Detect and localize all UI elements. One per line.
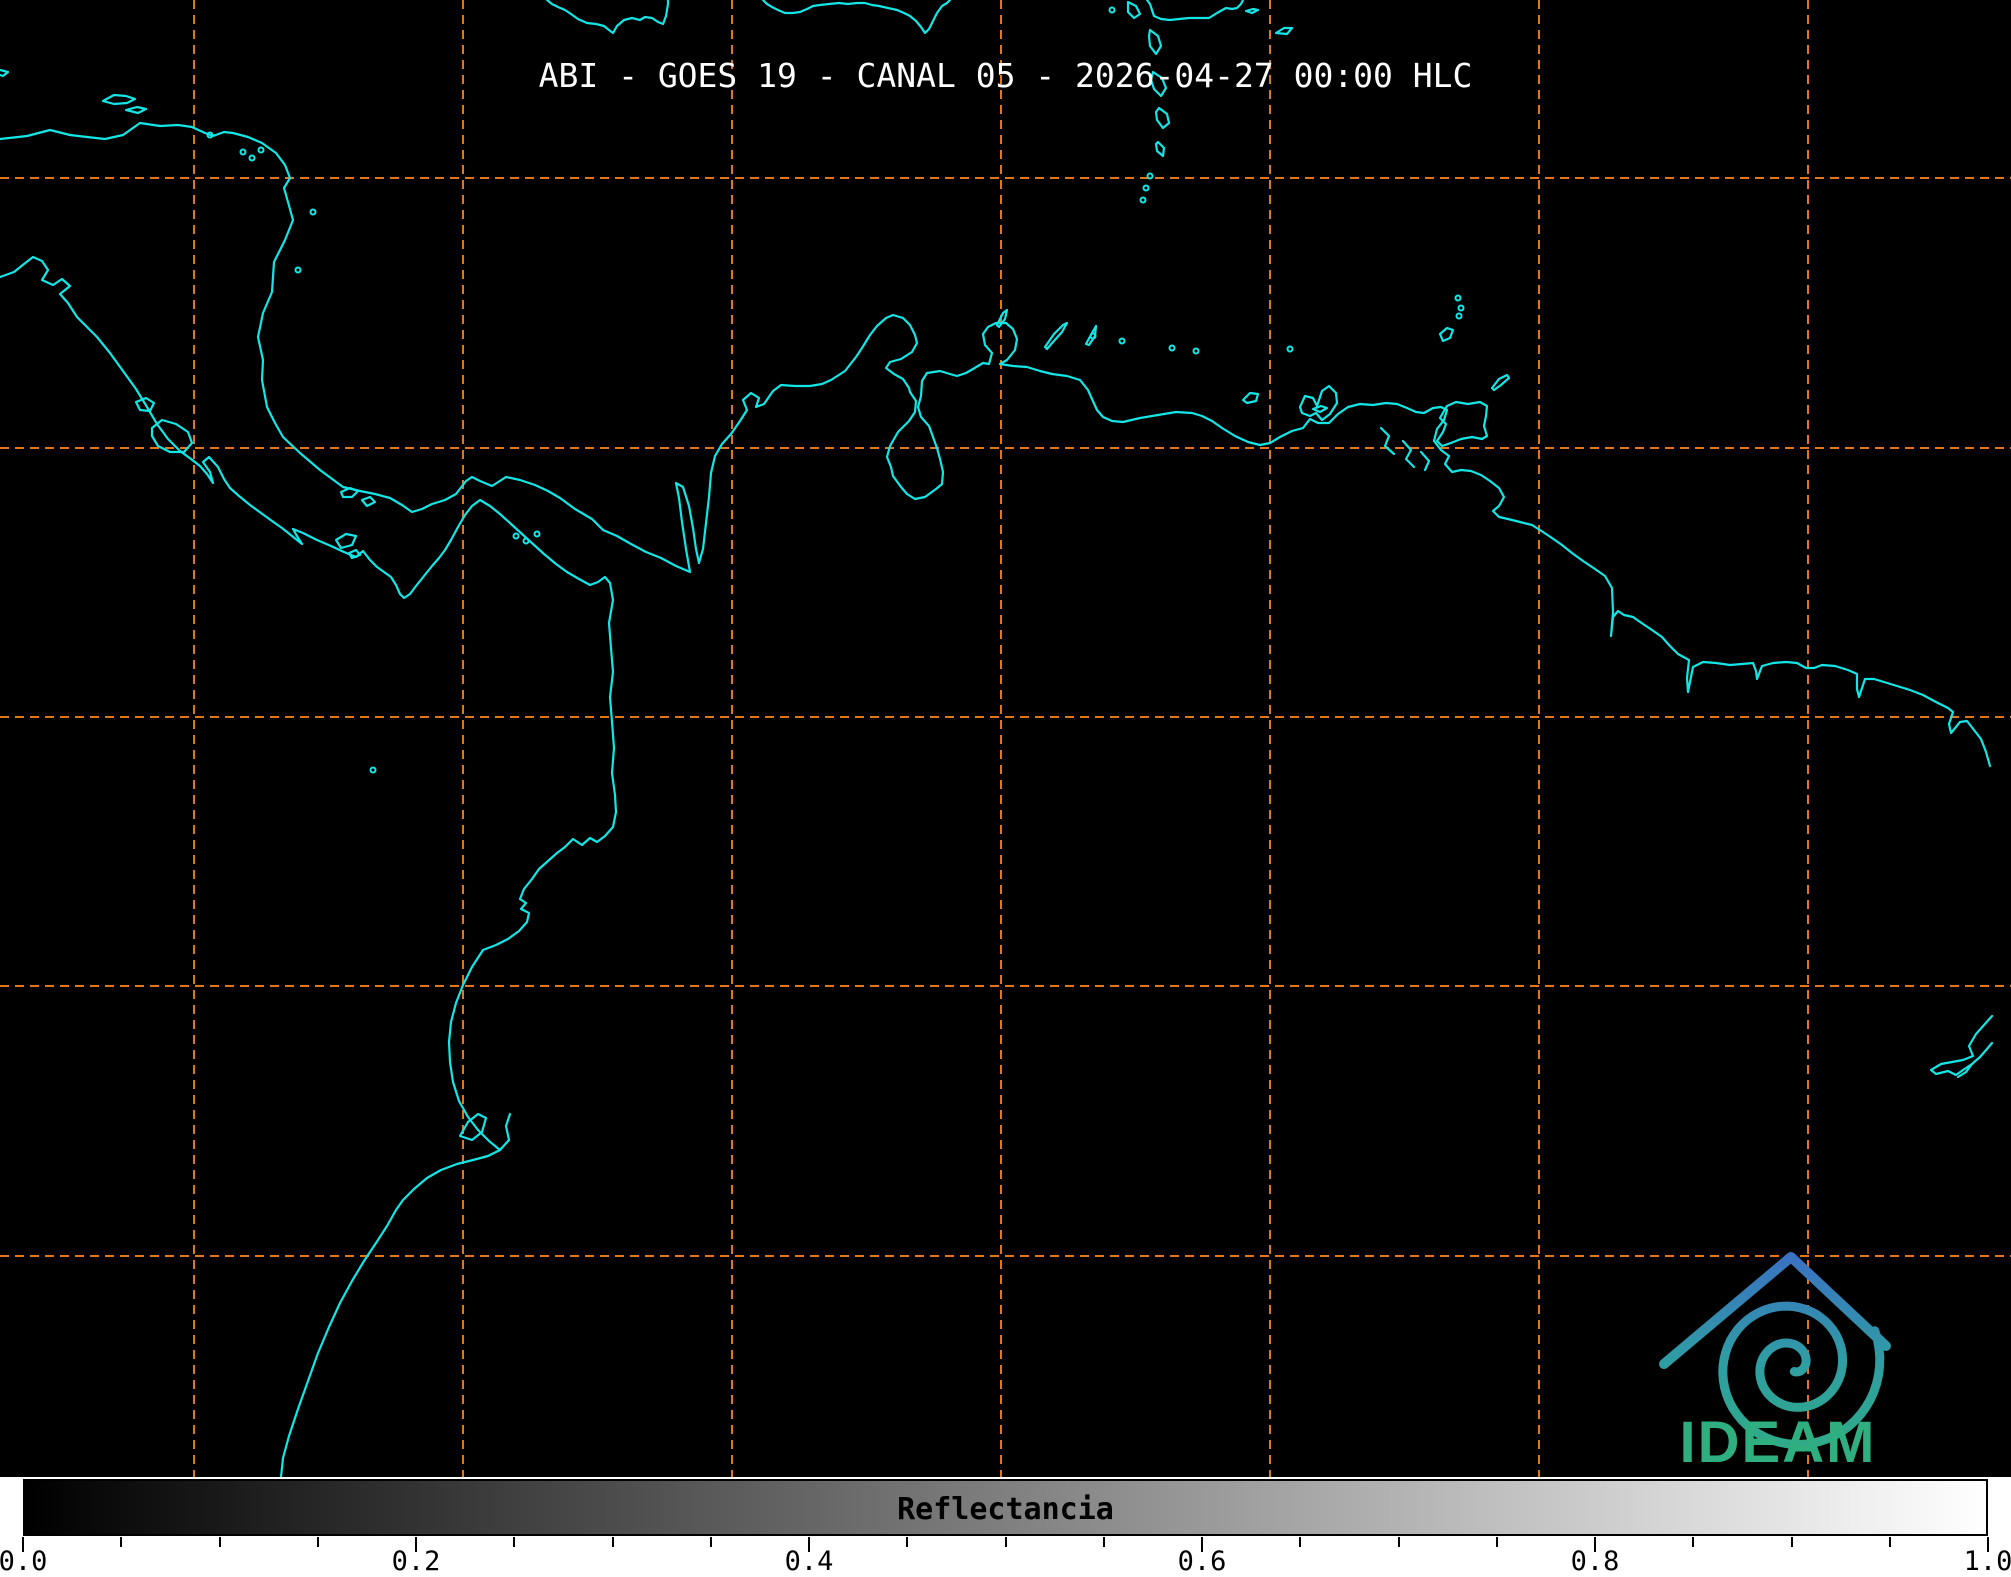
colorbar-minor-tick [611,1537,614,1547]
colorbar-tick-label: 0.8 [1570,1546,1620,1577]
colorbar-minor-tick [1004,1537,1007,1547]
colorbar-label: Reflectancia [897,1492,1114,1527]
colorbar-minor-tick [1888,1537,1891,1547]
colorbar-tick-label: 0.0 [0,1546,48,1577]
image-title: ABI - GOES 19 - CANAL 05 - 2026-04-27 00… [538,56,1473,95]
colorbar-minor-tick [1692,1537,1695,1547]
colorbar-minor-tick [1790,1537,1793,1547]
colorbar-minor-tick [1495,1537,1498,1547]
colorbar-minor-tick [1397,1537,1400,1547]
colorbar-tick-label: 0.2 [391,1546,441,1577]
colorbar-minor-tick [1102,1537,1105,1547]
colorbar-tick-label: 0.6 [1177,1546,1227,1577]
colorbar-minor-tick [1299,1537,1302,1547]
satellite-image-viewer: IDEAM ABI - GOES 19 - CANAL 05 - 2026-04… [0,0,2011,1577]
satellite-map: IDEAM [0,0,2011,1477]
ideam-logo-text: IDEAM [1680,1410,1877,1475]
colorbar-minor-tick [120,1537,123,1547]
colorbar-minor-tick [513,1537,516,1547]
colorbar-minor-tick [709,1537,712,1547]
colorbar-minor-tick [906,1537,909,1547]
colorbar-tick-label: 1.0 [1963,1546,2011,1577]
colorbar-minor-tick [218,1537,221,1547]
colorbar-minor-tick [316,1537,319,1547]
colorbar-tick-label: 0.4 [784,1546,834,1577]
